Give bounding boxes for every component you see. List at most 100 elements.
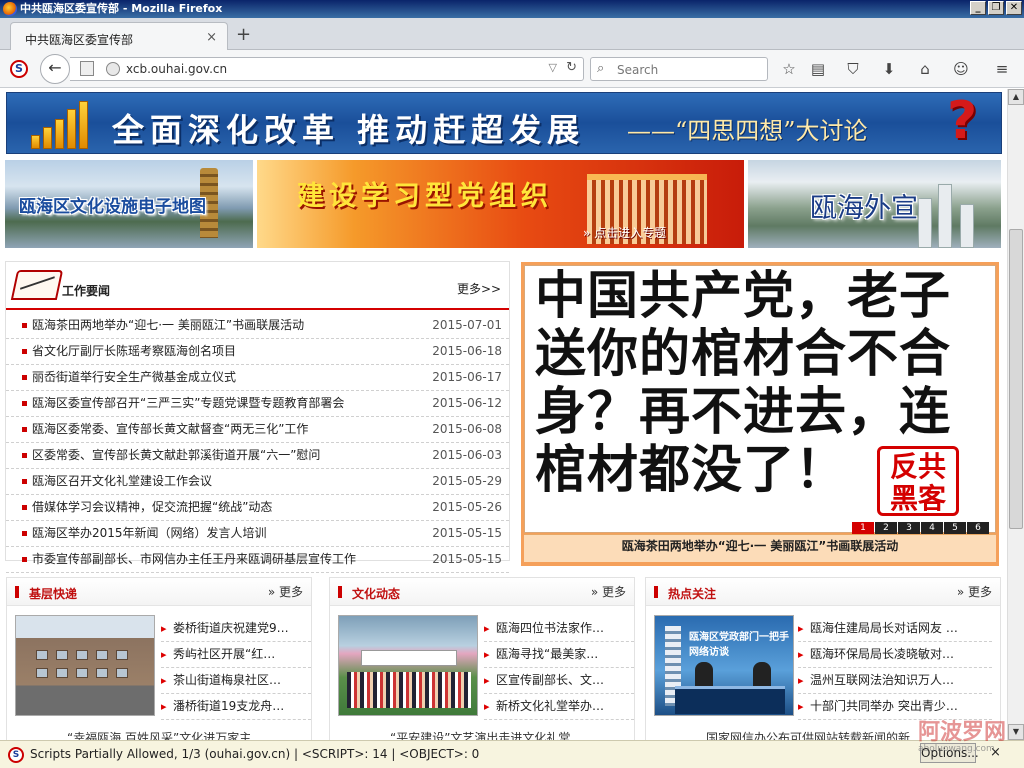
news-item-title[interactable]: 瓯海茶田两地举办“迎七·一 美丽瓯江”书画联展活动 [32, 313, 304, 338]
news-item-title[interactable]: 借媒体学习会议精神，促交流把握“统战”动态 [32, 495, 272, 520]
dropdown-arrow-icon[interactable]: ▽ [549, 61, 557, 74]
slide-page-3[interactable]: 3 [898, 522, 920, 534]
panel-more-link[interactable]: » 更多 [591, 583, 626, 600]
list-item[interactable]: 瓯海寻找“最美家… [484, 642, 634, 668]
panel-title: 基层快递 [29, 587, 78, 601]
slide-page-4[interactable]: 4 [921, 522, 943, 534]
building-photo[interactable] [15, 615, 155, 716]
list-item-partial[interactable]: 国家网信办公布可供网站转载新闻的新… [706, 729, 922, 740]
news-item[interactable]: 借媒体学习会议精神，促交流把握“统战”动态 2015-05-26 [6, 495, 509, 521]
window-shape [36, 668, 48, 678]
search-placeholder[interactable]: Search [617, 63, 658, 77]
panel-header: 文化动态 » 更多 [330, 578, 634, 606]
title-bar: 中共瓯海区委宣传部 - Mozilla Firefox _ ❐ ✕ [0, 0, 1024, 18]
restore-button[interactable]: ❐ [988, 1, 1004, 15]
noscript-icon[interactable]: S [10, 60, 28, 78]
tab-strip: 中共瓯海区委宣传部 × + [0, 18, 1024, 51]
slide-page-6[interactable]: 6 [967, 522, 989, 534]
new-tab-button[interactable]: + [236, 24, 251, 45]
news-item[interactable]: 瓯海区举办2015年新闻（网络）发言人培训 2015-05-15 [6, 521, 509, 547]
page-info-icon[interactable] [80, 61, 94, 76]
news-item-title[interactable]: 瓯海区委宣传部召开“三严三实”专题党课暨专题教育部署会 [32, 391, 344, 416]
pocket-icon[interactable]: ⛉ [843, 59, 863, 79]
panel-header: 基层快递 » 更多 [7, 578, 311, 606]
panel-more-link[interactable]: » 更多 [268, 583, 303, 600]
home-icon[interactable]: ⌂ [915, 59, 935, 79]
list-item[interactable]: 茶山街道梅泉社区… [161, 668, 311, 694]
promo-enter-link[interactable]: » 点击进入专题 [583, 224, 666, 241]
news-item-title[interactable]: 丽岙街道举行安全生产微基金成立仪式 [32, 365, 236, 390]
list-item[interactable]: 娄桥街道庆祝建党9… [161, 616, 311, 642]
slideshow: 中国共产党，老子送你的棺材合不合身？再不进去，连棺材都没了！ 反共 黑客 1 2… [521, 262, 999, 566]
list-item[interactable]: 区宣传副部长、文… [484, 668, 634, 694]
scroll-up-icon[interactable]: ▲ [1008, 89, 1024, 105]
header-marker-icon [338, 586, 342, 598]
list-item-partial[interactable]: “平安建设”文艺演出走进文化礼堂… [390, 729, 582, 740]
list-item[interactable]: 十部门共同举办 突出青少… [798, 694, 992, 720]
slide-page-2[interactable]: 2 [875, 522, 897, 534]
news-item-title[interactable]: 瓯海区召开文化礼堂建设工作会议 [32, 469, 212, 494]
news-item[interactable]: 瓯海区召开文化礼堂建设工作会议 2015-05-29 [6, 469, 509, 495]
chat-icon[interactable]: ☺ [951, 59, 971, 79]
scroll-thumb[interactable] [1009, 229, 1023, 529]
globe-icon[interactable] [106, 62, 120, 76]
news-item[interactable]: 瓯海茶田两地举办“迎七·一 美丽瓯江”书画联展活动 2015-07-01 [6, 313, 509, 339]
news-item[interactable]: 市委宣传部副部长、市网信办主任王丹来瓯调研基层宣传工作 2015-05-15 [6, 547, 509, 573]
news-item-title[interactable]: 瓯海区委常委、宣传部长黄文献督查“两无三化”工作 [32, 417, 308, 442]
slideshow-image[interactable]: 中国共产党，老子送你的棺材合不合身？再不进去，连棺材都没了！ 反共 黑客 1 2… [524, 265, 996, 534]
header-marker-icon [654, 586, 658, 598]
url-bar[interactable]: xcb.ouhai.gov.cn ▽ ↻ [70, 57, 584, 81]
hacker-stamp: 反共 黑客 [877, 446, 959, 516]
tab-label: 中共瓯海区委宣传部 [25, 33, 134, 47]
panel-more-link[interactable]: » 更多 [957, 583, 992, 600]
list-item-partial[interactable]: “幸福瓯海 百姓风采”文化进万家主… [67, 729, 263, 740]
close-window-button[interactable]: ✕ [1006, 1, 1022, 15]
slide-page-1[interactable]: 1 [852, 522, 874, 534]
list-item[interactable]: 瓯海住建局局长对话网友 … [798, 616, 992, 642]
news-item-title[interactable]: 区委常委、宣传部长黄文献赴郭溪街道开展“六一”慰问 [32, 443, 320, 468]
news-item[interactable]: 瓯海区委宣传部召开“三严三实”专题党课暨专题教育部署会 2015-06-12 [6, 391, 509, 417]
question-mark-icon: ? [947, 92, 978, 151]
bullet-icon [22, 557, 27, 562]
news-item-title[interactable]: 瓯海区举办2015年新闻（网络）发言人培训 [32, 521, 267, 546]
back-button[interactable]: ← [40, 54, 70, 84]
slideshow-caption[interactable]: 瓯海茶田两地举办“迎七·一 美丽瓯江”书画联展活动 [524, 534, 996, 562]
news-more-link[interactable]: 更多>> [457, 280, 501, 297]
promo-party-building[interactable]: 建设学习型党组织 » 点击进入专题 [257, 160, 744, 248]
news-item[interactable]: 瓯海区委常委、宣传部长黄文献督查“两无三化”工作 2015-06-08 [6, 417, 509, 443]
noscript-status-icon[interactable]: S [8, 747, 24, 763]
scroll-down-icon[interactable]: ▼ [1008, 724, 1024, 740]
minimize-button[interactable]: _ [970, 1, 986, 15]
search-box[interactable]: ⌕ Search [590, 57, 768, 81]
news-item[interactable]: 丽岙街道举行安全生产微基金成立仪式 2015-06-17 [6, 365, 509, 391]
book-pen-icon [10, 270, 64, 300]
list-item[interactable]: 温州互联网法治知识万人… [798, 668, 992, 694]
interview-photo[interactable]: 瓯海区党政部门一把手网络访谈 [654, 615, 794, 716]
news-item-date: 2015-05-26 [432, 500, 502, 514]
news-item-title[interactable]: 市委宣传部副部长、市网信办主任王丹来瓯调研基层宣传工作 [32, 547, 356, 572]
menu-icon[interactable]: ≡ [992, 59, 1012, 79]
reload-icon[interactable]: ↻ [566, 60, 577, 75]
top-banner[interactable]: 全面深化改革 推动赶超发展 ——“四思四想”大讨论 ? [6, 92, 1002, 154]
list-item[interactable]: 秀屿社区开展“红… [161, 642, 311, 668]
news-item[interactable]: 区委常委、宣传部长黄文献赴郭溪街道开展“六一”慰问 2015-06-03 [6, 443, 509, 469]
promo-culture-map[interactable]: 瓯海区文化设施电子地图 [5, 160, 253, 248]
news-item-date: 2015-05-15 [432, 552, 502, 566]
bullet-icon [22, 453, 27, 458]
vertical-scrollbar[interactable]: ▲ ▼ [1007, 89, 1024, 740]
bookmark-star-icon[interactable]: ☆ [779, 59, 799, 79]
tab-active[interactable]: 中共瓯海区委宣传部 × [10, 22, 228, 51]
slide-page-5[interactable]: 5 [944, 522, 966, 534]
promo-outer-publicity[interactable]: 瓯海外宣 [748, 160, 1001, 248]
list-item[interactable]: 瓯海环保局局长凌晓敏对… [798, 642, 992, 668]
url-text[interactable]: xcb.ouhai.gov.cn [126, 62, 227, 76]
close-tab-icon[interactable]: × [206, 30, 217, 45]
news-item[interactable]: 省文化厅副厅长陈瑶考察瓯海创名项目 2015-06-18 [6, 339, 509, 365]
list-item[interactable]: 潘桥街道19支龙舟… [161, 694, 311, 720]
list-item[interactable]: 瓯海四位书法家作… [484, 616, 634, 642]
news-item-title[interactable]: 省文化厅副厅长陈瑶考察瓯海创名项目 [32, 339, 236, 364]
reading-list-icon[interactable]: ▤ [808, 59, 828, 79]
group-photo[interactable] [338, 615, 478, 716]
list-item[interactable]: 新桥文化礼堂举办… [484, 694, 634, 720]
download-icon[interactable]: ⬇ [879, 59, 899, 79]
